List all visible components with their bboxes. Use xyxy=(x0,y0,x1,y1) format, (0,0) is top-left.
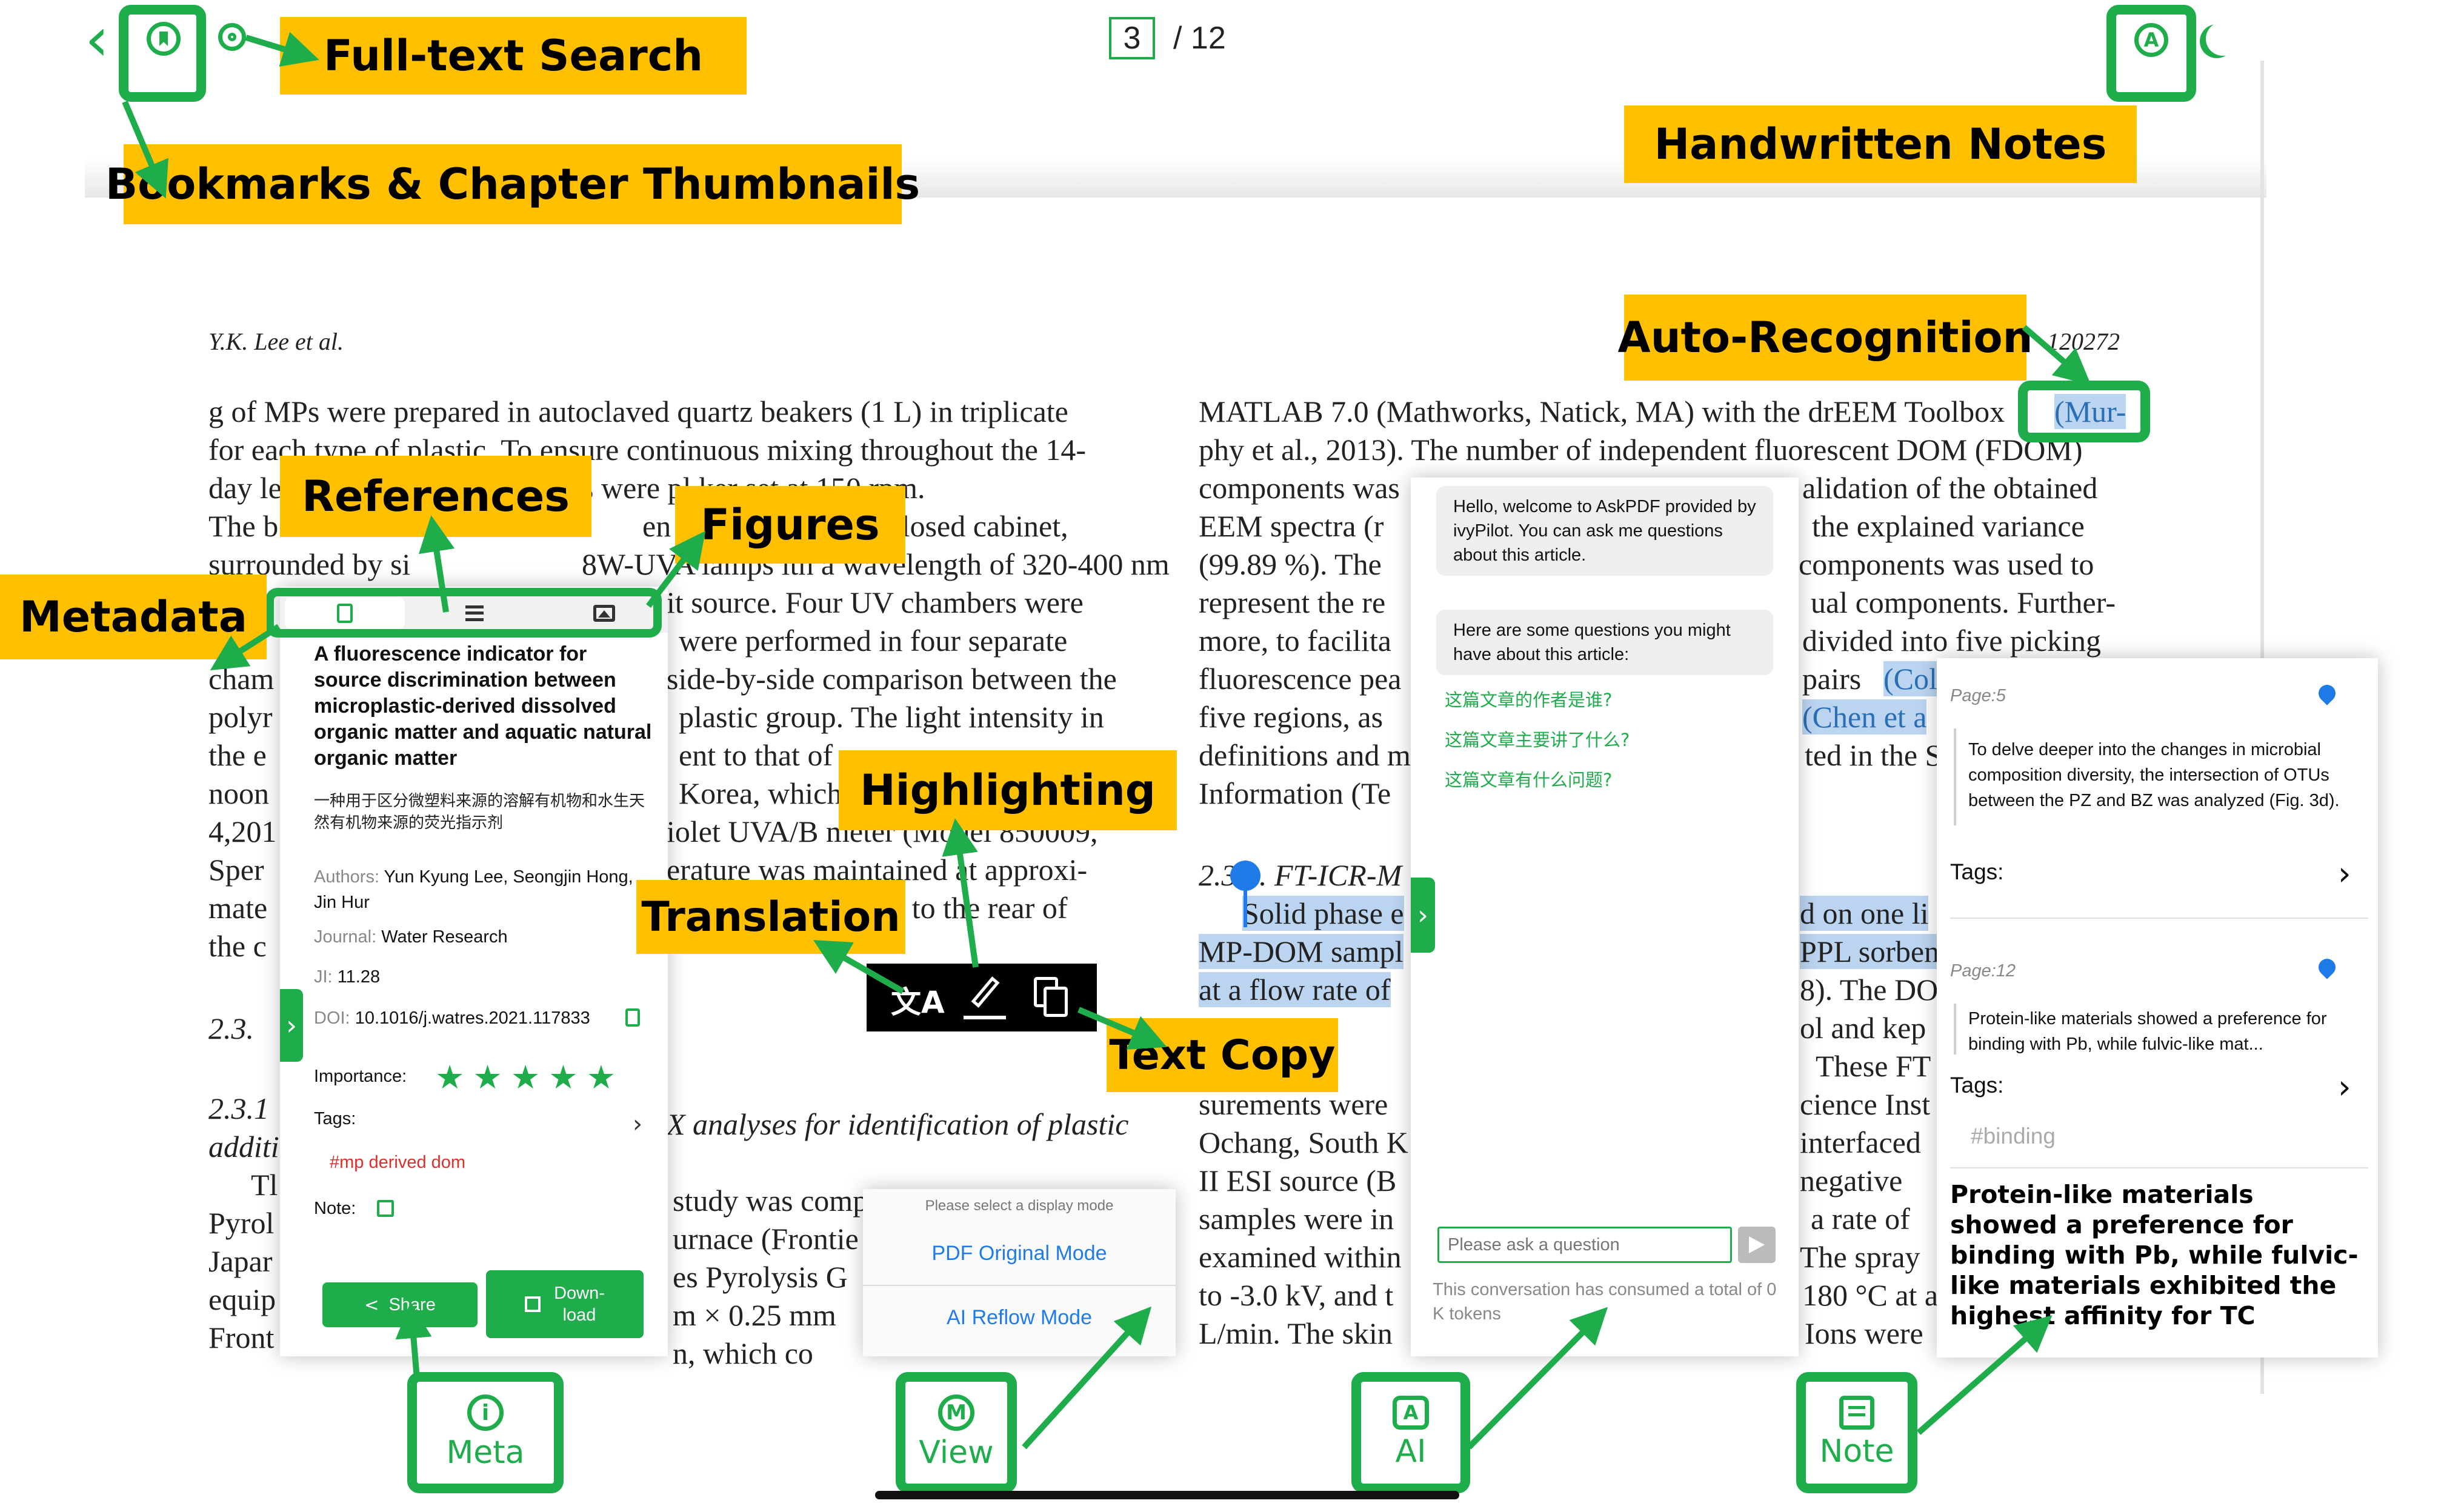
arrow-references xyxy=(418,515,455,613)
arrow-auto-recognition xyxy=(2022,325,2091,385)
ai-chat-icon: A xyxy=(1393,1396,1429,1430)
ai-tab-button[interactable]: A AI xyxy=(1351,1372,1470,1493)
note-tab-button[interactable]: Note xyxy=(1796,1372,1917,1493)
view-mode-icon: M xyxy=(938,1394,974,1431)
arrow-view-tab xyxy=(1022,1306,1152,1450)
meta-tab-button[interactable]: i Meta xyxy=(407,1372,564,1493)
ai-tab-label: AI xyxy=(1395,1433,1427,1470)
home-indicator xyxy=(875,1491,1459,1499)
arrow-translation xyxy=(813,940,905,995)
meta-tab-label: Meta xyxy=(446,1434,525,1471)
arrow-search xyxy=(245,32,319,67)
info-icon: i xyxy=(467,1394,504,1431)
arrow-text-copy xyxy=(1077,1007,1167,1050)
arrow-figures xyxy=(646,531,706,608)
note-tab-label: Note xyxy=(1819,1433,1894,1470)
arrow-highlighting xyxy=(942,818,979,968)
arrow-metadata xyxy=(210,624,281,671)
callout-arrows xyxy=(122,32,2091,1450)
arrow-note-tab xyxy=(1916,1315,2053,1435)
note-icon xyxy=(1839,1396,1874,1430)
arrow-ai-tab xyxy=(1467,1307,1608,1450)
arrow-bookmarks xyxy=(122,101,168,199)
view-tab-label: View xyxy=(919,1434,994,1471)
view-tab-button[interactable]: M View xyxy=(896,1372,1017,1493)
